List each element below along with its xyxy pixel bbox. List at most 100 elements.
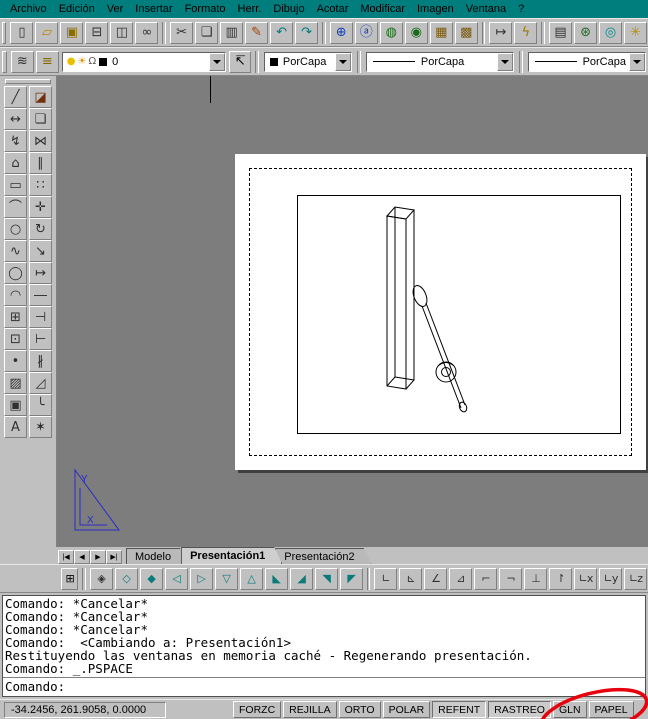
menu-ayuda[interactable]: ? (512, 1, 530, 17)
cut-button[interactable]: ✂ (170, 21, 194, 44)
hatch-button[interactable]: ▨ (4, 372, 27, 394)
se-isometric-button[interactable]: ◢ (289, 567, 313, 590)
scale-button[interactable]: ↘ (29, 240, 52, 262)
distance-button[interactable]: ↦ (489, 21, 513, 44)
front-view-button[interactable]: ▽ (214, 567, 238, 590)
toggle-rejilla[interactable]: REJILLA (283, 701, 337, 718)
named-views-button[interactable]: ◈ (89, 567, 113, 590)
face-ucs-button[interactable]: ⊿ (449, 567, 472, 590)
linetype-combo-dropdown-button[interactable] (496, 52, 513, 71)
assistance-button[interactable]: ✳ (624, 21, 648, 44)
line-button[interactable]: ╱ (4, 86, 27, 108)
undo-button[interactable]: ↶ (270, 21, 294, 44)
extend-button[interactable]: ⊢ (29, 328, 52, 350)
menu-edicion[interactable]: Edición (53, 1, 101, 17)
drawing-area[interactable]: Y X (57, 76, 648, 547)
point-button[interactable]: • (4, 350, 27, 372)
lineweight-combo-dropdown-button[interactable] (628, 52, 645, 71)
ucs-button[interactable]: ∟ (374, 567, 397, 590)
command-prompt-line[interactable]: Comando: (3, 677, 645, 696)
tab-presentacion1[interactable]: Presentación1 (181, 547, 282, 564)
array-button[interactable]: ∷ (29, 174, 52, 196)
ellipse-button[interactable]: ◯ (4, 262, 27, 284)
z-rotate-ucs-button[interactable]: ∟z (624, 567, 647, 590)
first-tab-button[interactable]: |◀ (58, 550, 74, 564)
menu-dibujo[interactable]: Dibujo (267, 1, 310, 17)
last-tab-button[interactable]: ▶| (106, 550, 122, 564)
x-rotate-ucs-button[interactable]: ∟x (574, 567, 597, 590)
rectangle-button[interactable]: ▭ (4, 174, 27, 196)
mtext-button[interactable]: A (4, 416, 27, 438)
toolbar-grip[interactable] (5, 79, 51, 84)
arc-button[interactable]: ⌒ (4, 196, 27, 218)
menu-ver[interactable]: Ver (101, 1, 130, 17)
print-button[interactable]: ⊟ (85, 21, 109, 44)
object-ucs-button[interactable]: ⌐ (474, 567, 497, 590)
command-history[interactable]: Comando: *Cancelar* Comando: *Cancelar* … (3, 596, 645, 677)
pack-n-go-button[interactable]: ▦ (429, 21, 453, 44)
toggle-gln[interactable]: GLN (552, 701, 587, 718)
region-button[interactable]: ▣ (4, 394, 27, 416)
top-view-button[interactable]: ◇ (114, 567, 138, 590)
menu-formato[interactable]: Formato (179, 1, 232, 17)
ellipse-arc-button[interactable]: ◠ (4, 284, 27, 306)
mirror-button[interactable]: ⋈ (29, 130, 52, 152)
view-ucs-button[interactable]: ¬ (499, 567, 522, 590)
make-layer-current-button[interactable]: ↸ (229, 50, 252, 73)
back-view-button[interactable]: △ (239, 567, 263, 590)
layer-combo-dropdown-button[interactable] (209, 52, 226, 71)
designcenter-button[interactable]: ▩ (454, 21, 478, 44)
bottom-view-button[interactable]: ◆ (139, 567, 163, 590)
ne-isometric-button[interactable]: ◥ (314, 567, 338, 590)
offset-button[interactable]: ∥ (29, 152, 52, 174)
zaxis-ucs-button[interactable]: ↾ (549, 567, 572, 590)
nw-isometric-button[interactable]: ◤ (339, 567, 363, 590)
prev-tab-button[interactable]: ◀ (74, 550, 90, 564)
layout-viewport[interactable] (297, 195, 621, 434)
tab-presentacion2[interactable]: Presentación2 (275, 548, 371, 564)
toggle-forzc[interactable]: FORZC (233, 701, 282, 718)
origin-ucs-button[interactable]: ⊥ (524, 567, 547, 590)
save-button[interactable]: ▣ (60, 21, 84, 44)
viewports-dialog-button[interactable]: ⊞ (61, 567, 79, 590)
circle-button[interactable]: ○ (4, 218, 27, 240)
linetype-combo[interactable]: PorCapa (365, 51, 514, 72)
toggle-refent[interactable]: REFENT (432, 701, 487, 718)
menu-imagen[interactable]: Imagen (411, 1, 460, 17)
insert-hyperlink-button[interactable]: ⊕ (329, 21, 353, 44)
quick-dimension-button[interactable]: ϟ (514, 21, 538, 44)
previous-ucs-button[interactable]: ∠ (424, 567, 447, 590)
world-ucs-button[interactable]: ⊾ (399, 567, 422, 590)
publish-web-button[interactable]: ◉ (404, 21, 428, 44)
today-button[interactable]: ◎ (599, 21, 623, 44)
toggle-rastreo[interactable]: RASTREO (488, 701, 551, 718)
left-view-button[interactable]: ◁ (164, 567, 188, 590)
polygon-button[interactable]: ⌂ (4, 152, 27, 174)
move-button[interactable]: ✛ (29, 196, 52, 218)
menu-acotar[interactable]: Acotar (311, 1, 355, 17)
lineweight-combo[interactable]: PorCapa (527, 51, 646, 72)
polyline-button[interactable]: ↯ (4, 130, 27, 152)
layers-button[interactable]: ≋ (10, 50, 34, 73)
find-button[interactable]: ∞ (135, 21, 159, 44)
break-button[interactable]: ∦ (29, 350, 52, 372)
color-combo-dropdown-button[interactable] (335, 52, 351, 71)
right-view-button[interactable]: ▷ (189, 567, 213, 590)
menu-insertar[interactable]: Insertar (129, 1, 178, 17)
erase-button[interactable]: ◪ (29, 86, 52, 108)
layer-combo[interactable]: ● ☀ Ω 0 (61, 51, 227, 72)
spline-button[interactable]: ∿ (4, 240, 27, 262)
dbconnect-button[interactable]: ⊛ (574, 21, 598, 44)
match-properties-button[interactable]: ✎ (245, 21, 269, 44)
insert-block-button[interactable]: ⊞ (4, 306, 27, 328)
open-button[interactable]: ▱ (35, 21, 59, 44)
paste-button[interactable]: ▥ (220, 21, 244, 44)
color-combo[interactable]: PorCapa (263, 51, 352, 72)
sw-isometric-button[interactable]: ◣ (264, 567, 288, 590)
menu-ventana[interactable]: Ventana (460, 1, 512, 17)
menu-archivo[interactable]: Archivo (4, 1, 53, 17)
next-tab-button[interactable]: ▶ (90, 550, 106, 564)
construction-line-button[interactable]: ↔ (4, 108, 27, 130)
menu-modificar[interactable]: Modificar (354, 1, 411, 17)
y-rotate-ucs-button[interactable]: ∟y (599, 567, 622, 590)
